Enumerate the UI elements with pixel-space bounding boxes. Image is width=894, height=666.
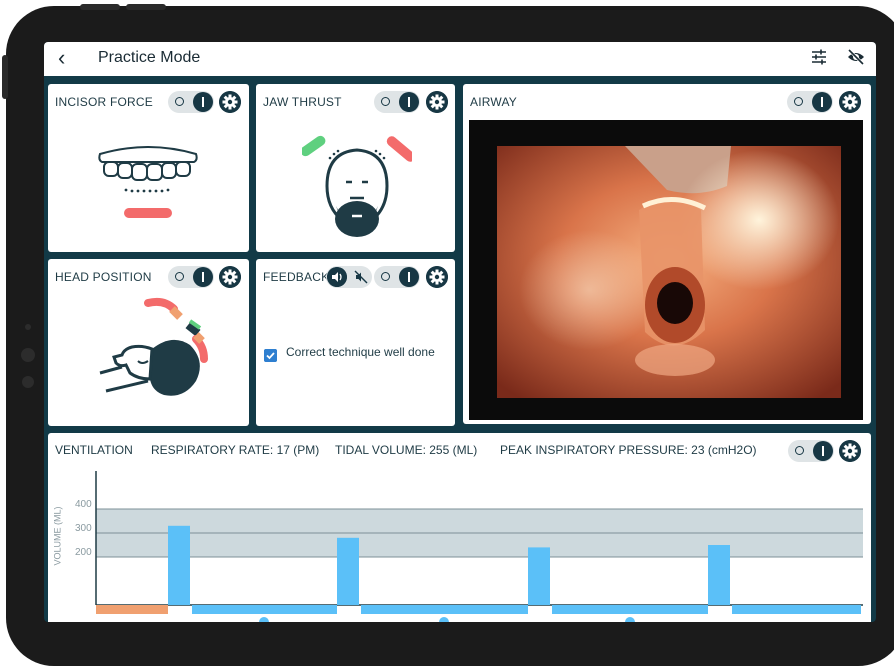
volume-button [80,4,120,10]
exhalation-segment [361,605,528,614]
app-screen: ‹ Practice Mode INCISOR FORCE JAW THRUST… [44,42,876,622]
back-chevron-icon[interactable]: ‹ [58,45,65,71]
exhalation-segment [192,605,337,614]
airway-camera-view [469,120,863,420]
page-title: Practice Mode [98,49,201,66]
settings-gear-icon[interactable] [426,266,448,288]
camera-sensor [25,324,31,330]
speaker-on-icon [327,267,347,287]
app-header: ‹ Practice Mode [44,42,876,76]
phase-marker [625,617,635,622]
volume-bar [708,545,730,605]
panel-title: INCISOR FORCE [55,95,153,109]
feedback-message: Correct technique well done [286,345,435,359]
head-position-panel: HEAD POSITION [48,259,249,426]
settings-gear-icon[interactable] [839,91,861,113]
volume-bar [528,547,550,605]
volume-bar [337,537,359,605]
jaw-thrust-toggle[interactable] [374,91,420,113]
head-profile-icon [99,297,208,396]
panel-title: HEAD POSITION [55,270,152,284]
exhalation-segment [732,605,861,614]
jaw-thrust-panel: JAW THRUST [256,84,455,252]
eye-off-icon[interactable] [846,48,866,66]
volume-button [126,4,166,10]
feedback-toggle[interactable] [374,266,420,288]
ventilation-chart [95,471,863,622]
panel-title: AIRWAY [470,95,517,109]
phase-marker [439,617,449,622]
teeth-icon [98,146,198,218]
sliders-icon[interactable] [810,48,828,66]
panel-title: FEEDBACK [263,270,330,284]
sound-toggle[interactable] [326,266,372,288]
volume-bar [168,525,190,605]
panel-title: JAW THRUST [263,95,342,109]
ventilation-panel: VENTILATION RESPIRATORY RATE: 17 (PM) TI… [48,433,871,622]
settings-gear-icon[interactable] [219,91,241,113]
incisor-force-panel: INCISOR FORCE [48,84,249,252]
exhalation-segment [96,605,168,614]
speaker-muted-icon [354,270,368,284]
settings-gear-icon[interactable] [426,91,448,113]
phase-marker [259,617,269,622]
power-button [2,55,8,99]
exhalation-segment [552,605,708,614]
face-icon [302,135,412,237]
airway-toggle[interactable] [787,91,833,113]
feedback-panel: FEEDBACK Correct technique well done [256,259,455,426]
camera-sensor [22,376,34,388]
head-position-toggle[interactable] [168,266,214,288]
camera-icon [21,348,35,362]
settings-gear-icon[interactable] [219,266,241,288]
checkbox-checked-icon[interactable] [264,349,277,362]
incisor-force-toggle[interactable] [168,91,214,113]
airway-panel: AIRWAY [463,84,871,424]
